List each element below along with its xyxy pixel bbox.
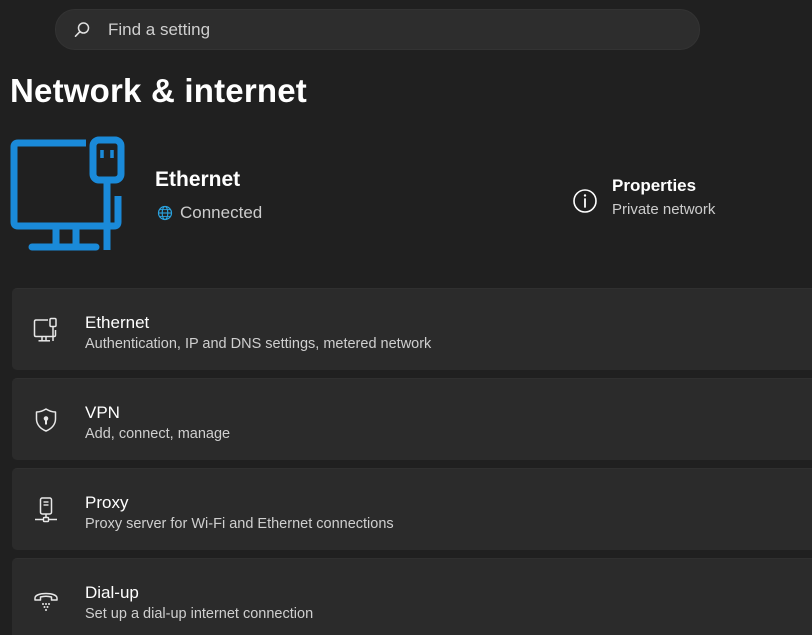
network-profile: Private network: [612, 201, 716, 218]
connection-name: Ethernet: [155, 168, 241, 191]
vpn-shield-icon: [32, 406, 60, 434]
ethernet-card-title: Ethernet: [85, 313, 150, 332]
connection-status-text: Connected: [180, 203, 263, 222]
proxy-card-subtitle: Proxy server for Wi-Fi and Ethernet conn…: [85, 516, 394, 532]
dial-up-card-subtitle: Set up a dial-up internet connection: [85, 606, 314, 622]
globe-icon: [157, 205, 173, 221]
ethernet-card-subtitle: Authentication, IP and DNS settings, met…: [85, 336, 432, 352]
ethernet-card[interactable]: Ethernet Authentication, IP and DNS sett…: [12, 288, 812, 370]
vpn-card-subtitle: Add, connect, manage: [85, 426, 231, 442]
search-icon: [73, 21, 91, 39]
page-title: Network & internet: [10, 72, 307, 109]
proxy-icon: [32, 496, 60, 524]
connection-status: Connected: [157, 203, 262, 223]
proxy-card-title: Proxy: [85, 493, 129, 512]
info-icon: [572, 188, 598, 214]
proxy-card[interactable]: Proxy Proxy server for Wi-Fi and Etherne…: [12, 468, 812, 550]
dial-up-card-title: Dial-up: [85, 583, 139, 602]
search-input[interactable]: [106, 18, 670, 41]
ethernet-icon: [32, 316, 60, 344]
vpn-card[interactable]: VPN Add, connect, manage: [12, 378, 812, 460]
ethernet-monitor-icon: [10, 136, 130, 256]
properties-label: Properties: [612, 176, 697, 195]
search-box[interactable]: [55, 9, 700, 50]
dial-up-icon: [32, 586, 60, 614]
properties-link[interactable]: Properties Private network: [572, 176, 715, 218]
settings-page: Network & internet Ethernet: [0, 0, 812, 635]
vpn-card-title: VPN: [85, 403, 120, 422]
dial-up-card[interactable]: Dial-up Set up a dial-up internet connec…: [12, 558, 812, 635]
